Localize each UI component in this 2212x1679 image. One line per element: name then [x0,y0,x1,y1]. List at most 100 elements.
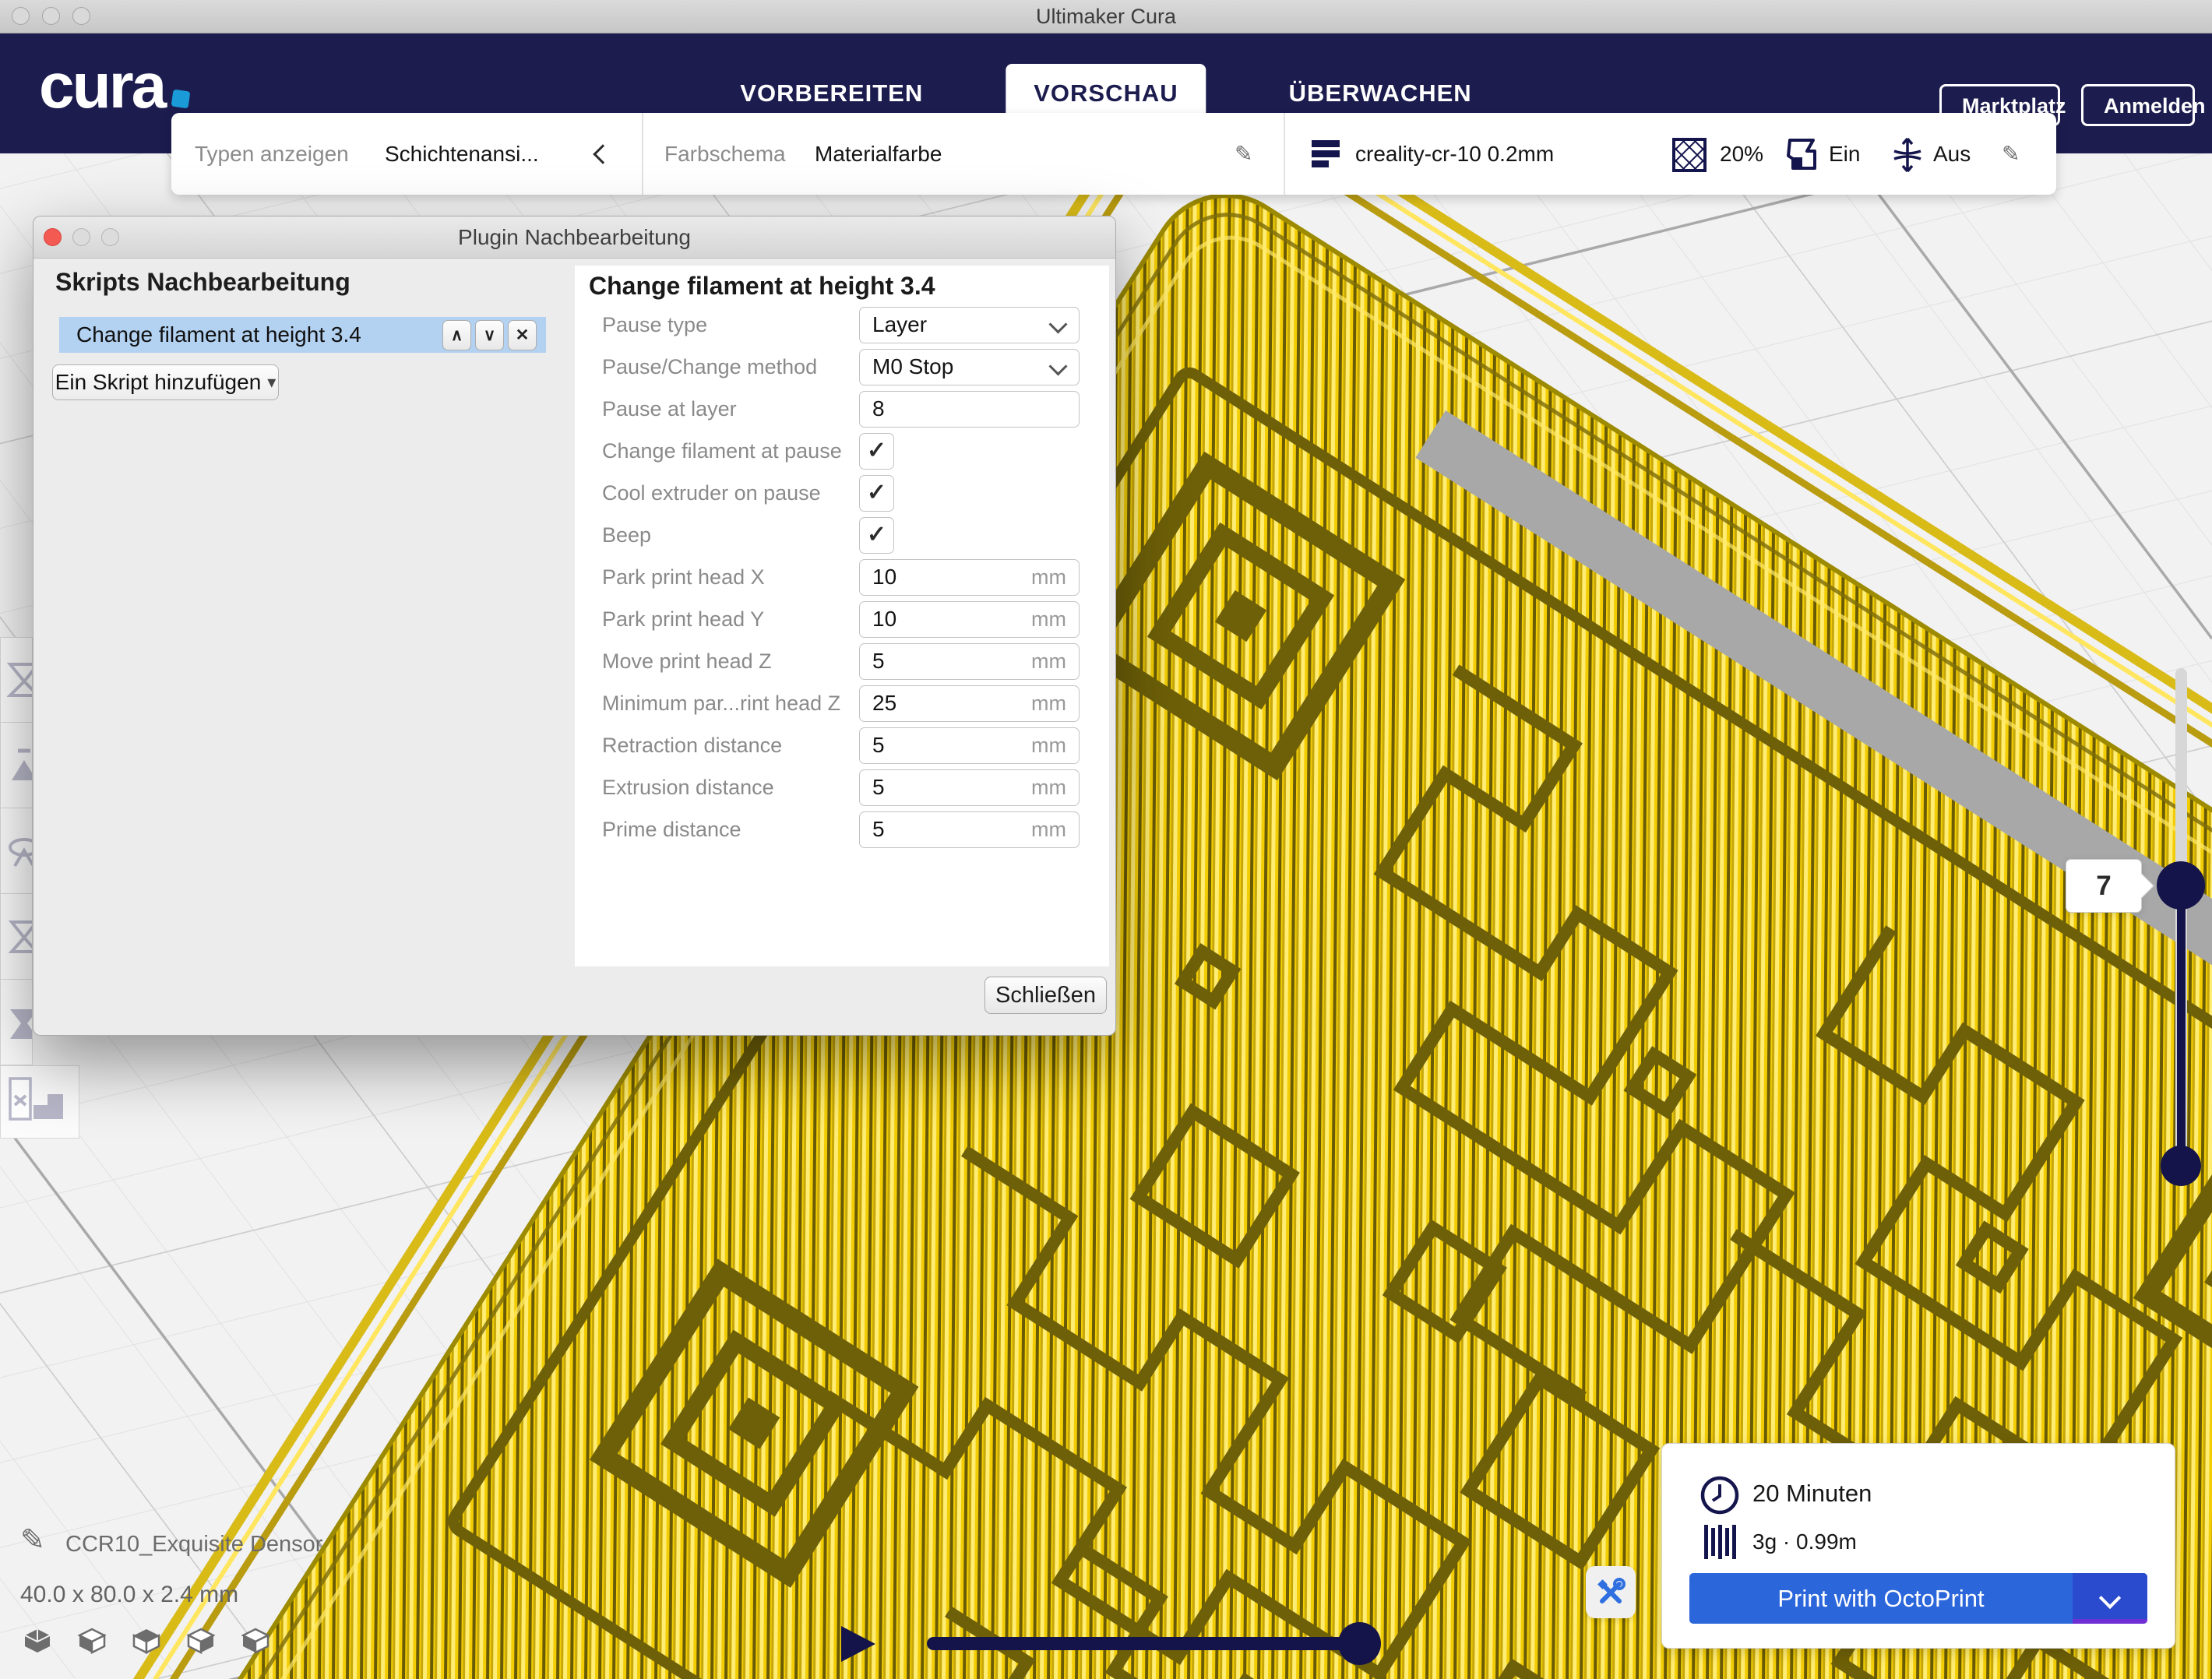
cura-logo: cura [39,55,189,118]
view-right-icon[interactable] [241,1628,269,1654]
setting-label: Park print head X [602,559,851,596]
scrubber-handle[interactable] [1338,1622,1381,1665]
setting-input[interactable]: 25mm [859,685,1080,722]
tool-scale[interactable] [0,723,33,808]
window-title: Ultimaker Cura [0,0,2212,33]
setting-label: Pause type [602,307,851,343]
chevron-down-icon [1048,315,1067,333]
setting-row: Pause/Change methodM0 Stop [575,349,1109,385]
remove-script-button[interactable]: ✕ [508,320,537,350]
setting-checkbox[interactable]: ✓ [859,517,894,554]
setting-input[interactable]: 5mm [859,643,1080,680]
layers-icon [1310,137,1343,170]
add-script-button[interactable]: Ein Skript hinzufügen ▾ [52,364,279,400]
setting-select[interactable]: M0 Stop [859,349,1080,385]
setting-label: Minimum par...rint head Z [602,685,851,722]
setting-row: Park print head Y10mm [575,601,1109,638]
setting-input[interactable]: 5mm [859,811,1080,848]
view-type-dropdown[interactable]: Schichtenansi... [385,113,539,195]
setting-checkbox[interactable]: ✓ [859,475,894,512]
close-dialog-button[interactable]: Schließen [984,977,1107,1014]
view-front-icon[interactable] [78,1628,106,1654]
edit-view-icon[interactable]: ✎ [1235,113,1252,195]
setting-label: Beep [602,517,851,554]
logo-dot-icon [171,90,191,109]
color-scheme-dropdown[interactable]: Materialfarbe [815,113,942,195]
model-name: CCR10_Exquisite Densor [65,1532,322,1558]
setting-label: Park print head Y [602,601,851,638]
tool-rotate[interactable] [0,808,33,894]
play-button[interactable] [841,1626,875,1662]
signin-button[interactable]: Anmelden [2081,84,2195,126]
setting-row: Minimum par...rint head Z25mm [575,685,1109,722]
edit-print-settings-icon[interactable]: ✎ [2002,113,2020,195]
setting-unit: mm [1031,770,1066,804]
setting-row: Prime distance5mm [575,811,1109,848]
setting-row: Move print head Z5mm [575,643,1109,680]
move-script-down-button[interactable]: ∨ [475,320,504,350]
setting-checkbox[interactable]: ✓ [859,433,894,470]
model-dimensions: 40.0 x 80.0 x 2.4 mm [20,1582,238,1608]
tool-per-model-settings[interactable] [0,980,33,1065]
print-with-octoprint-button[interactable]: Print with OctoPrint [1689,1573,2147,1624]
view-top-icon[interactable] [132,1628,160,1654]
color-scheme-label: Farbschema [664,113,786,195]
tool-move[interactable] [0,637,33,723]
move-script-up-button[interactable]: ∧ [442,320,471,350]
setting-unit: mm [1031,560,1066,594]
setting-unit: mm [1031,602,1066,636]
setting-input[interactable]: 10mm [859,559,1080,596]
script-settings-panel: Change filament at height 3.4 Pause type… [575,266,1109,966]
script-settings-title: Change filament at height 3.4 [589,272,935,301]
setting-select[interactable]: Layer [859,307,1080,343]
rename-model-icon[interactable]: ✎ [20,1522,45,1558]
setting-unit: mm [1031,812,1066,847]
chevron-down-icon [2099,1587,2121,1609]
preview-toolbar: Typen anzeigen Schichtenansi... Farbsche… [171,113,2056,195]
collapse-panel-icon[interactable] [593,144,612,164]
setting-label: Retraction distance [602,727,851,764]
layer-slider-range[interactable] [2177,885,2186,1166]
setting-label: Pause/Change method [602,349,851,385]
setting-input[interactable]: 8 [859,391,1080,428]
setting-row: Pause typeLayer [575,307,1109,343]
scripts-heading: Skripts Nachbearbeitung [55,268,350,297]
setting-label: Pause at layer [602,391,851,428]
support-value: Ein [1829,113,1860,195]
adhesion-icon [1891,137,1924,173]
script-list-item[interactable]: Change filament at height 3.4 ∧ ∨ ✕ [59,317,546,353]
caret-down-icon: ▾ [267,372,276,392]
infill-icon [1671,137,1707,173]
setting-label: Prime distance [602,811,851,848]
print-options-dropdown[interactable] [2073,1573,2147,1624]
setting-input[interactable]: 5mm [859,769,1080,806]
setting-input[interactable]: 5mm [859,727,1080,764]
layer-slider-upper-handle[interactable] [2157,861,2205,910]
tool-support-blocker[interactable] [0,1065,79,1139]
dialog-title: Plugin Nachbearbeitung [33,216,1115,258]
printer-profile-button[interactable]: creality-cr-10 0.2mm [1355,113,1554,195]
view-3d-icon[interactable] [23,1628,51,1654]
setting-row: Retraction distance5mm [575,727,1109,764]
octoprint-settings-button[interactable] [1586,1566,1636,1618]
filament-icon [1703,1523,1742,1561]
setting-label: Change filament at pause [602,433,851,470]
setting-row: Park print head X10mm [575,559,1109,596]
layer-indicator: 7 [2066,859,2142,913]
setting-label: Move print head Z [602,643,851,680]
setting-label: Extrusion distance [602,769,851,806]
tool-mirror[interactable] [0,894,33,980]
camera-presets [23,1628,269,1654]
layer-slider-lower-handle[interactable] [2161,1146,2201,1186]
view-left-icon[interactable] [187,1628,215,1654]
setting-unit: mm [1031,686,1066,720]
tool-panel [0,637,33,1065]
dialog-titlebar: Plugin Nachbearbeitung [33,216,1115,259]
setting-row: Change filament at pause✓ [575,433,1109,470]
clock-icon [1700,1475,1740,1515]
setting-label: Cool extruder on pause [602,475,851,512]
setting-input[interactable]: 10mm [859,601,1080,638]
simulation-scrubber[interactable] [927,1637,1371,1650]
chevron-down-icon [1048,357,1067,375]
adhesion-value: Aus [1933,113,1971,195]
